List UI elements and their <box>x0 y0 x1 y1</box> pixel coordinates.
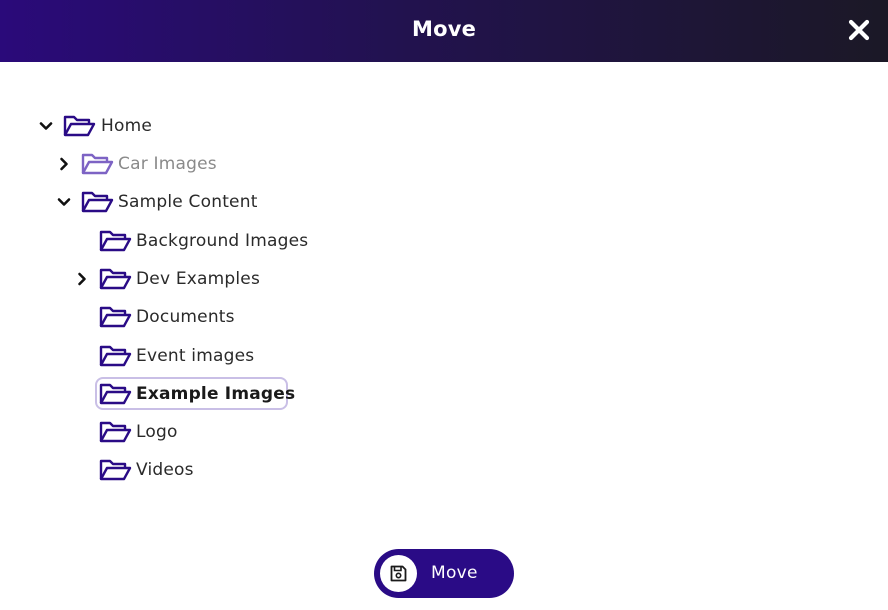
folder-open-icon <box>63 115 96 137</box>
folder-open-icon <box>81 153 114 175</box>
tree-item-sample-content[interactable]: Sample Content <box>54 187 264 217</box>
folder-open-icon <box>99 230 132 252</box>
move-dialog: Move Home Car Images Sample Content Back… <box>0 0 888 610</box>
move-button-label: Move <box>431 563 478 583</box>
folder-open-icon <box>81 191 114 213</box>
tree-item-label: Documents <box>136 307 235 327</box>
tree-item-background-images[interactable]: Background Images <box>72 226 322 256</box>
chevron-right-icon[interactable] <box>57 157 71 171</box>
tree-item-label: Dev Examples <box>136 269 261 289</box>
folder-tree: Home Car Images Sample Content Backgroun… <box>0 0 888 540</box>
tree-item-example-images[interactable]: Example Images <box>72 379 295 409</box>
tree-item-home[interactable]: Home <box>36 111 166 141</box>
move-button-icon-circle <box>380 555 417 592</box>
folder-open-icon <box>99 421 132 443</box>
folder-open-icon <box>99 268 132 290</box>
chevron-down-icon[interactable] <box>57 195 71 209</box>
tree-item-label: Event images <box>136 346 255 366</box>
folder-open-icon <box>99 306 132 328</box>
tree-item-label: Car Images <box>118 154 217 174</box>
folder-open-icon <box>99 345 132 367</box>
tree-item-dev-examples[interactable]: Dev Examples <box>72 264 272 294</box>
tree-item-label: Sample Content <box>118 192 258 212</box>
tree-item-label: Example Images <box>136 384 296 404</box>
tree-item-label: Home <box>101 116 153 136</box>
folder-open-icon <box>99 459 132 481</box>
tree-item-label: Videos <box>136 460 194 480</box>
chevron-down-icon[interactable] <box>39 119 53 133</box>
save-icon <box>390 565 407 582</box>
folder-open-icon <box>99 383 132 405</box>
move-button[interactable]: Move <box>374 549 514 598</box>
tree-item-videos[interactable]: Videos <box>72 455 212 485</box>
chevron-right-icon[interactable] <box>75 272 89 286</box>
tree-item-label: Logo <box>136 422 178 442</box>
tree-item-documents[interactable]: Documents <box>72 302 252 332</box>
tree-item-event-images[interactable]: Event images <box>72 341 272 371</box>
tree-item-label: Background Images <box>136 231 309 251</box>
tree-item-car-images[interactable]: Car Images <box>54 149 224 179</box>
tree-item-logo[interactable]: Logo <box>72 417 202 447</box>
